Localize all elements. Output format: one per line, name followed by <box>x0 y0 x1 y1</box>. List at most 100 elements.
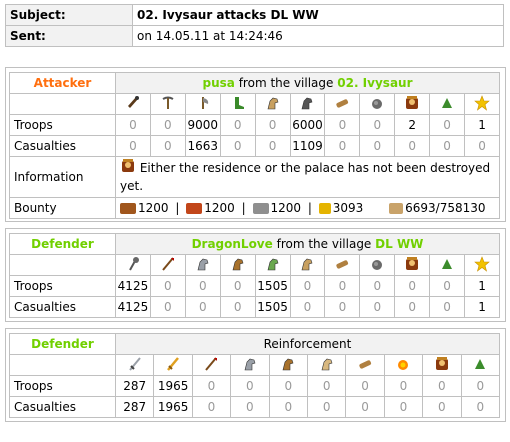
subject-row: Subject: 02. Ivysaur attacks DL WW <box>5 4 504 26</box>
attacker-player-link[interactable]: pusa <box>203 76 235 90</box>
defender2-role: Defender <box>9 333 116 355</box>
troops-cell: 0 <box>359 114 396 136</box>
ram-icon <box>334 95 350 114</box>
troops-cell: 0 <box>394 275 431 297</box>
troops-cell: 0 <box>184 275 221 297</box>
defender2-casualties-row: Casualties 287 1965 0 0 0 0 0 0 0 0 <box>9 396 501 418</box>
casualties-cell: 0 <box>359 135 396 157</box>
casualties-cell: 1965 <box>153 396 193 418</box>
unit-icon-cell <box>324 254 361 276</box>
casualties-cell: 0 <box>306 396 347 418</box>
unit-icon-cell <box>184 93 221 115</box>
unit-icon-cell <box>219 93 256 115</box>
sent-value: on 14.05.11 at 14:24:46 <box>132 25 504 47</box>
sword-gold-icon <box>165 356 181 375</box>
attacker-role: Attacker <box>9 72 116 94</box>
troops-cell: 6000 <box>289 114 326 136</box>
troops-cell: 0 <box>230 375 270 397</box>
horse-icon <box>299 256 315 275</box>
casualties-cell: 0 <box>149 296 186 318</box>
unit-icon-cell <box>460 354 501 376</box>
bounty-wood: 1200 <box>138 201 169 215</box>
defender2-unit-icons-row <box>9 354 501 376</box>
defender-table-1: Defender DragonLove from the village DL … <box>9 233 500 318</box>
defender2-heading-row: Defender Reinforcement <box>9 333 500 355</box>
axe-icon <box>195 95 211 114</box>
defender1-from-text: from the village <box>276 237 372 251</box>
icon-row-spacer <box>9 93 116 115</box>
troops-cell: 0 <box>149 275 186 297</box>
troops-cell: 0 <box>359 275 396 297</box>
unit-icon-cell <box>149 254 186 276</box>
casualties-cell: 0 <box>149 135 186 157</box>
unit-icon-cell <box>268 354 308 376</box>
bounty-separator: | <box>241 201 246 215</box>
ram-icon <box>334 256 350 275</box>
troops-cell: 0 <box>324 275 361 297</box>
casualties-cell: 0 <box>184 296 221 318</box>
clay-icon <box>186 203 203 214</box>
bounty-carry: 6693/758130 <box>405 201 486 215</box>
settler-icon <box>472 356 488 375</box>
defender1-troops-row: Troops 4125 0 0 0 1505 0 0 0 0 0 1 <box>9 275 500 297</box>
troops-cell: 0 <box>324 114 361 136</box>
troops-cell: 0 <box>149 114 186 136</box>
casualties-cell: 0 <box>394 296 431 318</box>
unit-icon-cell <box>429 93 466 115</box>
crop-icon <box>318 203 331 214</box>
horse-brown-icon <box>280 356 296 375</box>
defender1-heading-row: Defender DragonLove from the village DL … <box>9 233 500 255</box>
troops-label: Troops <box>9 114 116 136</box>
attacker-village-link[interactable]: 02. Ivysaur <box>337 76 412 90</box>
casualties-cell: 0 <box>324 135 361 157</box>
troops-label: Troops <box>9 275 116 297</box>
fireball-icon <box>395 356 411 375</box>
attacker-bounty-row: Bounty 1200 | 1200 | 1200 | 3093 6693/75… <box>9 197 500 219</box>
ram-icon <box>357 356 373 375</box>
unit-icon-cell <box>219 254 256 276</box>
casualties-cell: 0 <box>230 396 270 418</box>
troops-label: Troops <box>9 375 116 397</box>
unit-icon-cell <box>254 254 291 276</box>
troops-cell: 287 <box>114 375 155 397</box>
casualties-cell: 1505 <box>254 296 291 318</box>
unit-icon-cell <box>359 254 396 276</box>
attacker-info-row: Information Either the residence or the … <box>9 156 500 198</box>
unit-icon-cell <box>464 93 500 115</box>
chief-icon <box>404 256 420 275</box>
horse-icon <box>265 95 281 114</box>
carry-icon <box>389 203 404 214</box>
troops-cell: 2 <box>394 114 431 136</box>
information-label: Information <box>9 156 116 198</box>
spear-icon <box>203 356 219 375</box>
defender1-village-link[interactable]: DL WW <box>375 237 423 251</box>
casualties-label: Casualties <box>9 396 116 418</box>
horse-grey-icon <box>195 256 211 275</box>
troops-cell: 1 <box>464 114 500 136</box>
casualties-label: Casualties <box>9 135 116 157</box>
settler-icon <box>439 95 455 114</box>
attacker-table: Attacker pusa from the village 02. Ivysa… <box>9 72 500 219</box>
casualties-cell: 0 <box>422 396 462 418</box>
defender1-player-link[interactable]: DragonLove <box>192 237 273 251</box>
defender1-casualties-row: Casualties 4125 0 0 0 1505 0 0 0 0 0 1 <box>9 296 500 318</box>
horse-tan-icon <box>319 356 335 375</box>
subject-label: Subject: <box>5 4 133 26</box>
casualties-cell: 0 <box>345 396 385 418</box>
information-text: Either the residence or the palace has n… <box>120 161 491 193</box>
unit-icon-cell <box>114 354 155 376</box>
hero-star-icon <box>474 255 490 275</box>
casualties-cell: 0 <box>460 396 501 418</box>
unit-icon-cell <box>115 254 151 276</box>
unit-icon-cell <box>422 354 462 376</box>
settler-icon <box>439 256 455 275</box>
bounty-cell: 1200 | 1200 | 1200 | 3093 6693/758130 <box>115 197 500 219</box>
unit-icon-cell <box>115 93 151 115</box>
troops-cell: 0 <box>422 375 462 397</box>
defender-panel-1: Defender DragonLove from the village DL … <box>5 228 506 322</box>
casualties-cell: 0 <box>394 135 431 157</box>
sent-row: Sent: on 14.05.11 at 14:24:46 <box>5 25 504 47</box>
attacker-casualties-row: Casualties 0 0 1663 0 0 1109 0 0 0 0 0 <box>9 135 500 157</box>
troops-cell: 0 <box>289 275 326 297</box>
troops-cell: 0 <box>219 114 256 136</box>
